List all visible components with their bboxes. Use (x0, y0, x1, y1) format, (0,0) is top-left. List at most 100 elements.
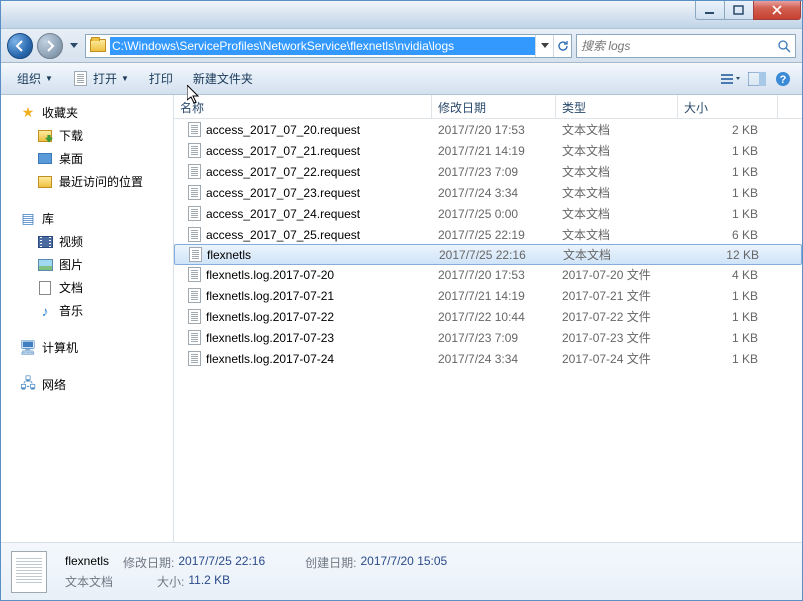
file-type: 文本文档 (556, 121, 678, 138)
file-row[interactable]: access_2017_07_22.request2017/7/23 7:09文… (174, 161, 802, 182)
file-name: flexnetls.log.2017-07-23 (206, 331, 334, 345)
file-row[interactable]: flexnetls.log.2017-07-232017/7/23 7:0920… (174, 327, 802, 348)
sidebar-item-desktop[interactable]: 桌面 (1, 147, 173, 170)
organize-button[interactable]: 组织 ▼ (9, 66, 61, 91)
file-row[interactable]: access_2017_07_20.request 2017/7/20 17:53… (174, 119, 802, 140)
music-icon: ♪ (37, 303, 53, 319)
new-folder-button[interactable]: 新建文件夹 (185, 66, 261, 91)
column-date[interactable]: 修改日期 (432, 95, 556, 118)
address-dropdown[interactable] (535, 35, 553, 57)
open-button[interactable]: 打开 ▼ (65, 66, 137, 91)
help-button[interactable]: ? (772, 68, 794, 90)
file-date: 2017/7/20 17:53 (432, 123, 556, 137)
search-input[interactable] (581, 39, 773, 53)
preview-pane-button[interactable] (746, 68, 768, 90)
file-row[interactable]: flexnetls.log.2017-07-212017/7/21 14:192… (174, 285, 802, 306)
file-size: 1 KB (678, 186, 778, 200)
file-row[interactable]: access_2017_07_23.request2017/7/24 3:34文… (174, 182, 802, 203)
file-row[interactable]: flexnetls.log.2017-07-202017/7/20 17:532… (174, 264, 802, 285)
file-date: 2017/7/25 22:16 (433, 248, 557, 262)
text-file-icon (187, 247, 203, 263)
details-size-label: 大小: (157, 573, 184, 590)
navigation-pane: ★ 收藏夹 下载 桌面 最近访问的位置 ▤ 库 视频 图片 文档 ♪音乐 🖥 计… (1, 95, 174, 542)
file-row[interactable]: flexnetls.log.2017-07-222017/7/22 10:442… (174, 306, 802, 327)
picture-icon (37, 257, 53, 273)
downloads-icon (37, 128, 53, 144)
file-name: flexnetls.log.2017-07-20 (206, 268, 334, 282)
recent-icon (37, 174, 53, 190)
address-text[interactable]: C:\Windows\ServiceProfiles\NetworkServic… (110, 37, 535, 55)
refresh-button[interactable] (553, 35, 571, 57)
text-file-icon (186, 164, 202, 180)
title-bar (1, 1, 802, 29)
text-file-icon (186, 288, 202, 304)
file-name: access_2017_07_25.request (206, 228, 360, 242)
file-row[interactable]: flexnetls.log.2017-07-242017/7/24 3:3420… (174, 348, 802, 369)
network-icon: 🖧 (20, 377, 36, 393)
file-size: 1 KB (678, 310, 778, 324)
file-list[interactable]: access_2017_07_20.request 2017/7/20 17:53… (174, 119, 802, 542)
text-file-icon (186, 309, 202, 325)
sidebar-item-pictures[interactable]: 图片 (1, 253, 173, 276)
libraries-header[interactable]: ▤ 库 (1, 207, 173, 230)
maximize-button[interactable] (724, 1, 754, 20)
file-size: 1 KB (678, 331, 778, 345)
details-size-value: 11.2 KB (188, 573, 230, 590)
text-file-icon (186, 351, 202, 367)
network-header[interactable]: 🖧 网络 (1, 373, 173, 396)
folder-icon (88, 36, 108, 56)
chevron-down-icon (5, 108, 14, 117)
history-dropdown[interactable] (67, 36, 81, 56)
favorites-header[interactable]: ★ 收藏夹 (1, 101, 173, 124)
file-name: access_2017_07_20.request (206, 123, 360, 137)
file-size: 6 KB (678, 228, 778, 242)
details-mod-label: 修改日期: (123, 554, 174, 571)
file-name: flexnetls.log.2017-07-24 (206, 352, 334, 366)
minimize-button[interactable] (695, 1, 725, 20)
view-options-button[interactable] (720, 68, 742, 90)
sidebar-item-recent[interactable]: 最近访问的位置 (1, 170, 173, 193)
details-filetype: 文本文档 (65, 573, 113, 590)
column-type[interactable]: 类型 (556, 95, 678, 118)
sidebar-item-videos[interactable]: 视频 (1, 230, 173, 253)
desktop-icon (37, 151, 53, 167)
text-file-icon (186, 227, 202, 243)
computer-header[interactable]: 🖥 计算机 (1, 336, 173, 359)
file-date: 2017/7/24 3:34 (432, 186, 556, 200)
column-name[interactable]: 名称 (174, 95, 432, 118)
sidebar-item-music[interactable]: ♪音乐 (1, 299, 173, 322)
file-type: 2017-07-23 文件 (556, 329, 678, 346)
print-button[interactable]: 打印 (141, 66, 181, 91)
navigation-bar: C:\Windows\ServiceProfiles\NetworkServic… (1, 29, 802, 63)
column-size[interactable]: 大小 (678, 95, 778, 118)
file-type: 文本文档 (556, 205, 678, 222)
details-file-icon (11, 551, 53, 593)
file-date: 2017/7/21 14:19 (432, 289, 556, 303)
sidebar-item-downloads[interactable]: 下载 (1, 124, 173, 147)
file-row[interactable]: access_2017_07_24.request2017/7/25 0:00文… (174, 203, 802, 224)
file-size: 1 KB (678, 352, 778, 366)
file-type: 文本文档 (556, 163, 678, 180)
file-row[interactable]: access_2017_07_21.request2017/7/21 14:19… (174, 140, 802, 161)
file-row[interactable]: access_2017_07_25.request2017/7/25 22:19… (174, 224, 802, 245)
file-type: 2017-07-21 文件 (556, 287, 678, 304)
forward-button[interactable] (37, 33, 63, 59)
address-bar[interactable]: C:\Windows\ServiceProfiles\NetworkServic… (85, 34, 572, 58)
sidebar-item-documents[interactable]: 文档 (1, 276, 173, 299)
back-button[interactable] (7, 33, 33, 59)
file-type: 文本文档 (556, 184, 678, 201)
close-button[interactable] (753, 1, 801, 20)
details-pane: flexnetls 修改日期: 2017/7/25 22:16 创建日期: 20… (1, 542, 802, 600)
document-icon (37, 280, 53, 296)
file-row[interactable]: flexnetls2017/7/25 22:16文本文档12 KB (174, 244, 802, 265)
file-date: 2017/7/24 3:34 (432, 352, 556, 366)
text-file-icon (186, 143, 202, 159)
text-file-icon (186, 330, 202, 346)
text-file-icon (186, 206, 202, 222)
file-type: 文本文档 (556, 226, 678, 243)
search-box[interactable] (576, 34, 796, 58)
video-icon (37, 234, 53, 250)
file-size: 1 KB (678, 207, 778, 221)
file-type: 文本文档 (557, 246, 679, 263)
details-filename: flexnetls (65, 554, 109, 571)
